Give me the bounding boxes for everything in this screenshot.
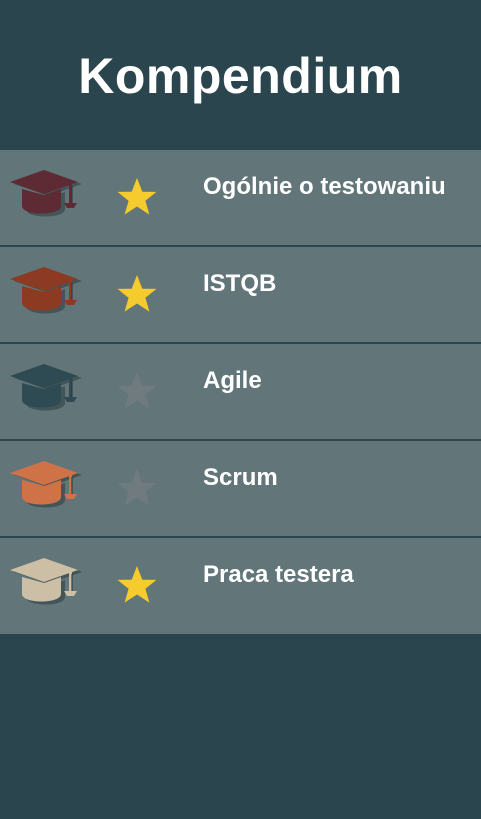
header: Kompendium <box>0 0 481 150</box>
page-title: Kompendium <box>78 48 403 104</box>
graduation-cap-icon <box>7 461 83 513</box>
star-icon[interactable] <box>116 467 158 509</box>
list-item-label: Ogólnie o testowaniu <box>203 173 446 200</box>
list-item[interactable]: Agile <box>0 344 481 441</box>
star-icon[interactable] <box>116 273 158 315</box>
graduation-cap-icon <box>7 558 83 610</box>
star-icon[interactable] <box>116 370 158 412</box>
course-list: Ogólnie o testowaniu ISTQB Agile Scrum P… <box>0 150 481 634</box>
list-item[interactable]: ISTQB <box>0 247 481 344</box>
star-icon[interactable] <box>116 176 158 218</box>
graduation-cap-icon <box>7 267 83 319</box>
list-item[interactable]: Praca testera <box>0 538 481 634</box>
list-item-label: ISTQB <box>203 270 277 297</box>
list-item[interactable]: Scrum <box>0 441 481 538</box>
list-item-label: Agile <box>203 367 262 394</box>
app-screen: Kompendium Ogólnie o testowaniu ISTQB Ag… <box>0 0 481 819</box>
graduation-cap-icon <box>7 170 83 222</box>
graduation-cap-icon <box>7 364 83 416</box>
star-icon[interactable] <box>116 564 158 606</box>
list-item-label: Scrum <box>203 464 278 491</box>
list-item[interactable]: Ogólnie o testowaniu <box>0 150 481 247</box>
list-item-label: Praca testera <box>203 561 354 588</box>
